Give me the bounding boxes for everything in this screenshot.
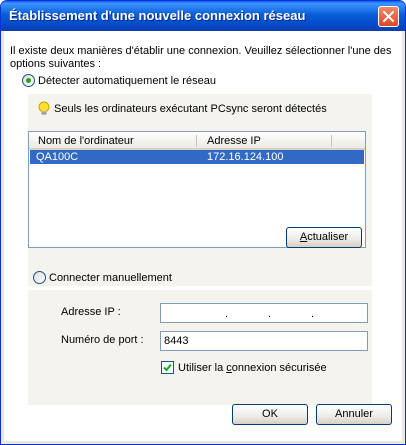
manual-radio[interactable] [33, 271, 46, 284]
refresh-button[interactable]: Actualiser [286, 227, 362, 248]
auto-detect-radio[interactable] [22, 74, 35, 87]
list-row-selected[interactable]: QA100C 172.16.124.100 [30, 150, 364, 164]
port-label: Numéro de port : [61, 334, 144, 346]
hint-text: Seuls les ordinateurs exécutant PCsync s… [54, 103, 327, 115]
hint-row: Seuls les ordinateurs exécutant PCsync s… [38, 101, 327, 117]
ip-address-label: Adresse IP : [61, 306, 121, 318]
secure-connection-label: Utiliser la connexion sécurisée [178, 361, 327, 374]
window-title: Établissement d'une nouvelle connexion r… [9, 8, 306, 23]
checkmark-icon [163, 363, 172, 372]
manual-option[interactable]: Connecter manuellement [33, 271, 172, 284]
dialog-body: Il existe deux manières d'établir une co… [4, 31, 402, 441]
title-bar[interactable]: Établissement d'une nouvelle connexion r… [1, 1, 405, 31]
column-header-name[interactable]: Nom de l'ordinateur [38, 135, 134, 147]
dialog-window: Établissement d'une nouvelle connexion r… [0, 0, 406, 445]
lightbulb-icon [38, 101, 50, 115]
row-ip-address: 172.16.124.100 [207, 151, 284, 163]
auto-detect-option[interactable]: Détecter automatiquement le réseau [22, 74, 216, 87]
row-computer-name: QA100C [36, 151, 79, 163]
list-header: Nom de l'ordinateur Adresse IP [29, 132, 365, 150]
close-icon [383, 11, 394, 22]
close-button[interactable] [378, 6, 399, 27]
ok-button[interactable]: OK [232, 404, 308, 425]
secure-connection-checkbox[interactable] [161, 361, 174, 374]
column-separator[interactable] [331, 135, 332, 147]
intro-text: Il existe deux manières d'établir une co… [10, 45, 392, 70]
port-field[interactable]: 8443 [160, 331, 368, 351]
column-header-ip[interactable]: Adresse IP [207, 135, 261, 147]
column-separator[interactable] [196, 135, 197, 147]
ip-separator-dots: . . . [225, 308, 315, 320]
cancel-button[interactable]: Annuler [316, 404, 392, 425]
manual-label: Connecter manuellement [49, 271, 172, 284]
secure-connection-option[interactable]: Utiliser la connexion sécurisée [161, 361, 327, 374]
auto-detect-label: Détecter automatiquement le réseau [38, 74, 216, 87]
ip-address-field[interactable]: . . . [160, 303, 368, 323]
